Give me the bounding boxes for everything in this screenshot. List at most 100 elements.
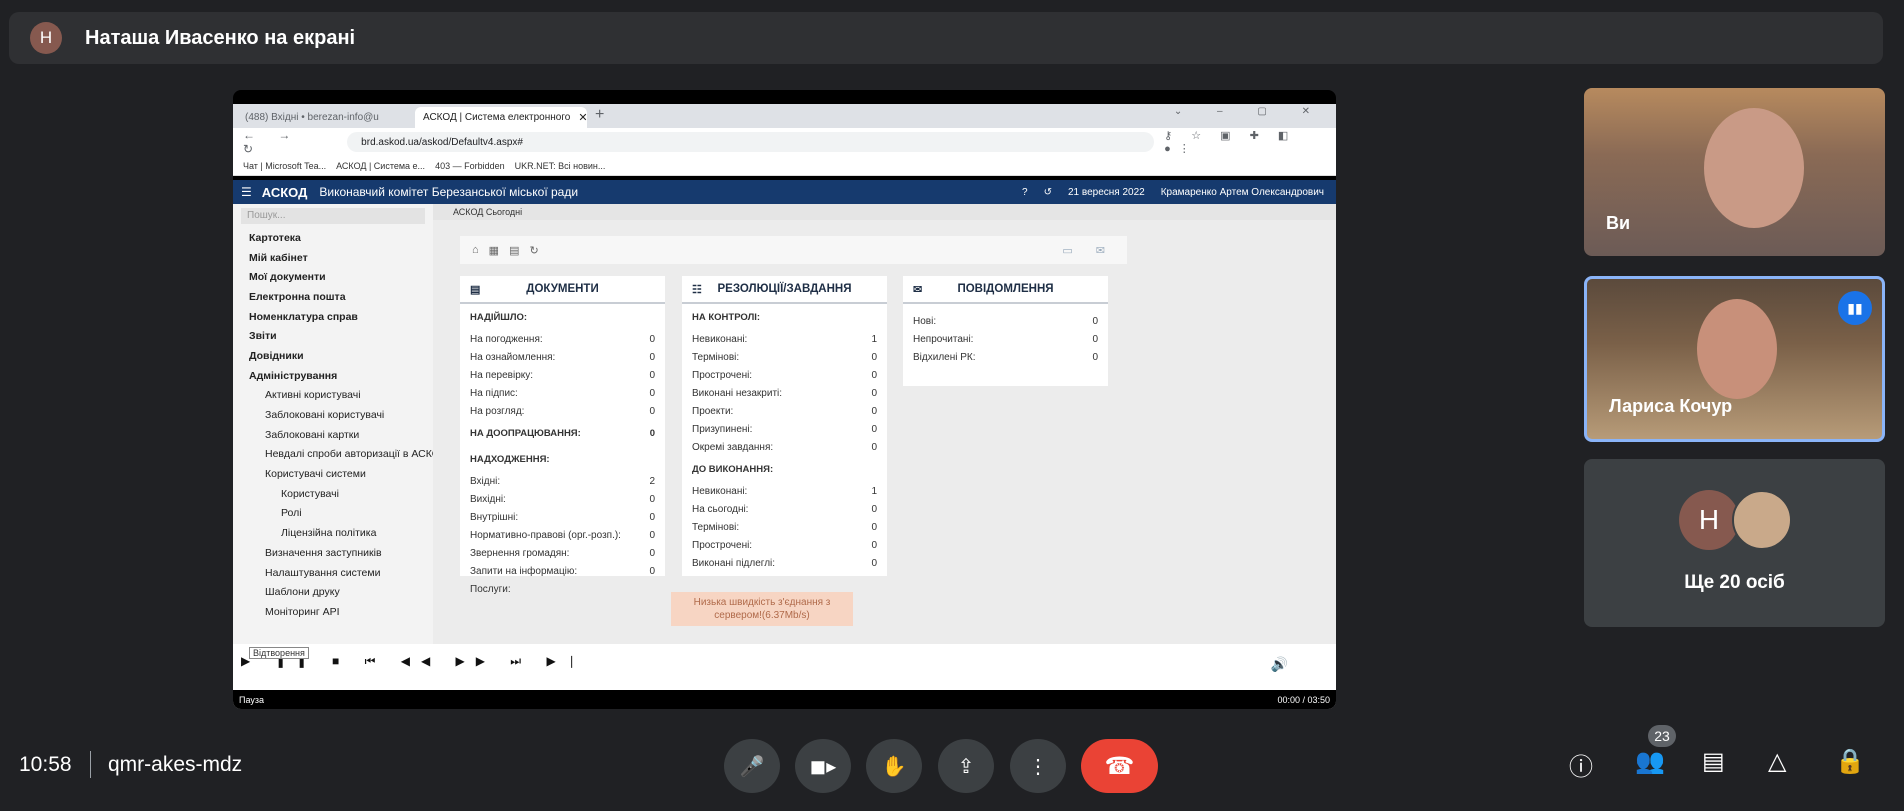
bookmark-item[interactable]: 403 — Forbidden: [435, 161, 505, 171]
sidebar-item[interactable]: Мій кабінет: [233, 248, 433, 268]
window-controls[interactable]: ⌄ – ▢ ✕: [1174, 106, 1326, 117]
extensions-icon[interactable]: ⚷ ☆ ▣ ✚ ◧ ●⋮: [1164, 129, 1336, 155]
sidebar-search-input[interactable]: Пошук...: [241, 208, 425, 224]
counter-row[interactable]: Непрочитані: 0: [903, 330, 1108, 348]
counter-row[interactable]: Прострочені: 0: [682, 366, 887, 384]
sidebar-item[interactable]: Користувачі: [233, 484, 433, 504]
counter-row[interactable]: Нові: 0: [903, 312, 1108, 330]
counter-row[interactable]: Вихідні: 0: [460, 490, 665, 508]
close-icon[interactable]: ✕: [578, 111, 587, 124]
sidebar-item[interactable]: Номенклатура справ: [233, 307, 433, 327]
microphone-button[interactable]: 🎤: [724, 739, 780, 793]
counter-row[interactable]: Запити на інформацію: 0: [460, 562, 665, 580]
history-icon[interactable]: ↺: [1044, 187, 1052, 198]
meeting-controls-bar: 10:58 qmr-akes-mdz 🎤 ◼▸ ✋ ⇪ ⋮ ☎ ⓘ 👥 23 ▤…: [0, 725, 1904, 800]
counter-label: Прострочені:: [692, 539, 753, 551]
counter-row[interactable]: Виконані незакриті: 0: [682, 384, 887, 402]
microphone-icon: 🎤: [739, 755, 765, 778]
refresh-icon[interactable]: ↻: [529, 244, 548, 257]
sidebar-item[interactable]: Налаштування системи: [233, 563, 433, 583]
counter-row[interactable]: Термінові: 0: [682, 518, 887, 536]
counter-row[interactable]: Термінові: 0: [682, 348, 887, 366]
counter-row[interactable]: Відхилені РК: 0: [903, 348, 1108, 366]
bookmark-item[interactable]: UKR.NET: Всі новин...: [515, 161, 606, 171]
bookmark-item[interactable]: Чат | Microsoft Tea...: [243, 161, 326, 171]
sidebar-item[interactable]: Картотека: [233, 228, 433, 248]
counter-row[interactable]: На сьогодні: 0: [682, 500, 887, 518]
sidebar-item[interactable]: Мої документи: [233, 267, 433, 287]
more-options-button[interactable]: ⋮: [1010, 739, 1066, 793]
counter-value: 0: [649, 511, 655, 523]
present-button[interactable]: ⇪: [938, 739, 994, 793]
counter-row[interactable]: Звернення громадян: 0: [460, 544, 665, 562]
askod-brand: АСКОД: [261, 184, 308, 200]
user-menu[interactable]: Крамаренко Артем Олександрович: [1161, 187, 1324, 198]
sidebar-item[interactable]: Ролі: [233, 504, 433, 524]
browser-tab-mail[interactable]: (488) Вхідні • berezan-info@ukr ✕: [241, 107, 379, 128]
leave-call-button[interactable]: ☎: [1081, 739, 1158, 793]
bookmarks-bar: Чат | Microsoft Tea... АСКОД | Система е…: [233, 156, 1336, 176]
sidebar-item[interactable]: Користувачі системи: [233, 464, 433, 484]
counter-row[interactable]: Прострочені: 0: [682, 536, 887, 554]
present-icon: ⇪: [957, 755, 975, 778]
sidebar-item[interactable]: Невдалі спроби авторизації в АСКОД WE: [233, 445, 433, 465]
counter-row[interactable]: Виконані підлеглі: 0: [682, 554, 887, 572]
chat-icon[interactable]: ▤: [1702, 747, 1725, 776]
counter-label: На сьогодні:: [692, 503, 749, 515]
counter-row[interactable]: Невиконані: 1: [682, 482, 887, 500]
sidebar-item[interactable]: Визначення заступників: [233, 543, 433, 563]
counter-value: 0: [871, 405, 877, 417]
sidebar-item[interactable]: Звіти: [233, 326, 433, 346]
calendar-icon[interactable]: ▦: [489, 244, 509, 257]
counter-label: Проекти:: [692, 405, 734, 417]
counter-row[interactable]: Невиконані: 1: [682, 330, 887, 348]
counter-row[interactable]: Послуги:: [460, 580, 665, 598]
counter-row[interactable]: Призупинені: 0: [682, 420, 887, 438]
browser-tab-askod[interactable]: АСКОД | Система електронного ✕: [415, 107, 587, 128]
sidebar-item[interactable]: Шаблони друку: [233, 582, 433, 602]
self-video-tile[interactable]: Ви: [1584, 88, 1885, 256]
tab-label: АСКОД | Система електронного: [423, 112, 571, 123]
more-participants-tile[interactable]: Н Ще 20 осіб: [1584, 459, 1885, 627]
menu-icon[interactable]: ☰: [241, 185, 252, 199]
camera-button[interactable]: ◼▸: [795, 739, 851, 793]
home-icon[interactable]: ⌂: [472, 244, 489, 256]
people-icon[interactable]: 👥: [1635, 747, 1665, 776]
counter-row[interactable]: Проекти: 0: [682, 402, 887, 420]
counter-label: Звернення громадян:: [470, 547, 570, 559]
counter-row[interactable]: На ознайомлення: 0: [460, 348, 665, 366]
sidebar-item[interactable]: Заблоковані картки: [233, 425, 433, 445]
mail-icon[interactable]: ▭ ✉: [1062, 244, 1115, 257]
speaker-video-tile[interactable]: ▮▮ Лариса Кочур: [1584, 276, 1885, 442]
counter-row[interactable]: На перевірку: 0: [460, 366, 665, 384]
counter-row[interactable]: На розгляд: 0: [460, 402, 665, 420]
new-tab-button[interactable]: +: [595, 106, 604, 124]
raise-hand-button[interactable]: ✋: [866, 739, 922, 793]
player-status: Пауза 00:00 / 03:50: [233, 690, 1336, 709]
url-field[interactable]: brd.askod.ua/askod/Defaultv4.aspx#: [347, 132, 1155, 152]
counter-row[interactable]: Окремі завдання: 0: [682, 438, 887, 456]
sidebar-item[interactable]: Електронна пошта: [233, 287, 433, 307]
sidebar-item[interactable]: Довідники: [233, 346, 433, 366]
counter-label: Невиконані:: [692, 485, 748, 497]
counter-row[interactable]: Внутрішні: 0: [460, 508, 665, 526]
layout-icon[interactable]: ▤: [509, 244, 529, 257]
activities-icon[interactable]: △: [1768, 747, 1786, 776]
sidebar-item[interactable]: Ліцензійна політика: [233, 523, 433, 543]
counter-row[interactable]: На погодження: 0: [460, 330, 665, 348]
info-icon[interactable]: ⓘ: [1569, 747, 1593, 782]
bookmark-item[interactable]: АСКОД | Система е...: [336, 161, 425, 171]
nav-buttons-icon[interactable]: ← → ↻: [243, 128, 331, 156]
section-title: НАДІЙШЛО:: [470, 311, 528, 323]
counter-row[interactable]: Нормативно-правові (орг.-розп.): 0: [460, 526, 665, 544]
counter-row[interactable]: Вхідні: 2: [460, 472, 665, 490]
sidebar-item[interactable]: Активні користувачі: [233, 386, 433, 406]
counter-value: 0: [649, 493, 655, 505]
help-icon[interactable]: ?: [1022, 187, 1028, 198]
host-controls-icon[interactable]: 🔒: [1835, 747, 1865, 776]
sidebar-item[interactable]: Адміністрування: [233, 366, 433, 386]
sidebar-item[interactable]: Моніторинг API: [233, 602, 433, 622]
sidebar-item[interactable]: Заблоковані користувачі: [233, 405, 433, 425]
volume-icon[interactable]: 🔊: [1271, 656, 1288, 673]
counter-row[interactable]: На підпис: 0: [460, 384, 665, 402]
